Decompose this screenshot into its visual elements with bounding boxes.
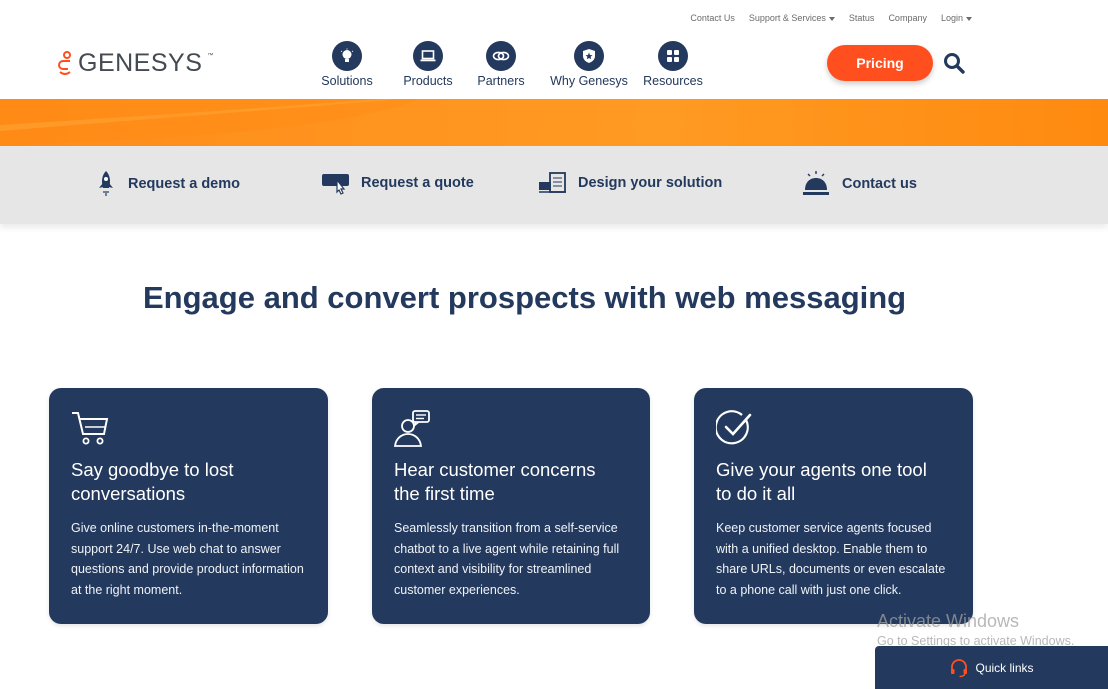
nav-item-partners[interactable]: Partners (470, 41, 532, 88)
chevron-down-icon (966, 16, 972, 21)
genesys-logo[interactable]: GENESYS ™ (57, 49, 213, 78)
action-bar: Request a demo Request a quote Design yo… (0, 146, 1108, 224)
design-solution-label: Design your solution (578, 175, 723, 191)
lightbulb-icon (332, 41, 362, 71)
contact-us-link[interactable]: Contact Us (690, 13, 735, 23)
request-quote-label: Request a quote (361, 175, 474, 191)
request-quote-link[interactable]: Request a quote (321, 170, 474, 196)
chevron-down-icon (828, 16, 835, 21)
card-title-line1: Hear customer concerns (394, 459, 596, 480)
card-body: Give online customers in-the-moment supp… (71, 521, 304, 597)
feature-card-lost-conversations: Say goodbye to lost conversations Give o… (49, 388, 328, 624)
page-headline: Engage and convert prospects with web me… (143, 280, 907, 315)
contact-us-label: Contact us (842, 176, 917, 192)
design-solution-link[interactable]: Design your solution (538, 170, 722, 196)
card-title-line2: conversations (71, 483, 186, 504)
shopping-cart-icon (71, 410, 306, 448)
nav-label: Products (403, 74, 453, 88)
support-services-label: Support & Services (748, 13, 826, 23)
nav-label: Why Genesys (550, 74, 628, 88)
watermark-title: Activate Windows (877, 611, 1020, 631)
main-nav: Solutions Products Partners Why Genesys … (314, 41, 712, 88)
login-menu[interactable]: Login (941, 13, 972, 23)
support-services-menu[interactable]: Support & Services (749, 13, 835, 23)
card-title: Give your agents one tool to do it all (716, 458, 951, 506)
nav-item-products[interactable]: Products (386, 41, 470, 88)
nav-label: Resources (643, 74, 703, 88)
nav-item-resources[interactable]: Resources (634, 41, 712, 88)
genesys-mark-icon (58, 50, 71, 75)
quote-hand-icon (322, 174, 349, 195)
card-title: Hear customer concerns the first time (394, 458, 628, 506)
card-title-line1: Give your agents one tool (716, 459, 927, 480)
hero-banner (0, 99, 1108, 146)
quick-links-button[interactable]: Quick links (875, 646, 1108, 689)
card-title-line2: the first time (394, 483, 495, 504)
logo-text: GENESYS (78, 49, 203, 77)
status-link[interactable]: Status (849, 13, 875, 23)
windows-activation-watermark: Activate Windows Go to Settings to activ… (877, 611, 1074, 648)
headset-icon (951, 658, 968, 677)
nav-item-why-genesys[interactable]: Why Genesys (544, 41, 634, 88)
contact-us-action[interactable]: Contact us (802, 170, 917, 198)
service-bell-icon (803, 171, 829, 195)
pricing-button[interactable]: Pricing (827, 45, 933, 81)
company-link[interactable]: Company (888, 13, 927, 23)
shield-star-icon (574, 41, 604, 71)
utility-nav: Contact Us Support & Services Status Com… (690, 13, 972, 23)
quick-links-label: Quick links (975, 660, 1034, 675)
card-title-line1: Say goodbye to lost (71, 459, 234, 480)
request-demo-label: Request a demo (128, 176, 240, 192)
laptop-icon (413, 41, 443, 71)
grid-icon (658, 41, 688, 71)
card-title-line2: to do it all (716, 483, 796, 504)
feature-card-one-tool: Give your agents one tool to do it all K… (694, 388, 973, 624)
design-tools-icon (539, 172, 566, 193)
nav-item-solutions[interactable]: Solutions (314, 41, 380, 88)
agent-chat-icon (393, 410, 628, 448)
card-body: Keep customer service agents focused wit… (716, 521, 946, 597)
banner-swoosh (0, 99, 420, 146)
search-icon[interactable] (942, 51, 966, 75)
nav-label: Solutions (321, 74, 373, 88)
login-label: Login (940, 13, 963, 23)
handshake-icon (486, 41, 516, 71)
request-demo-link[interactable]: Request a demo (94, 170, 240, 198)
rocket-icon (99, 171, 113, 196)
logo-trademark: ™ (207, 52, 214, 59)
feature-card-customer-concerns: Hear customer concerns the first time Se… (372, 388, 650, 624)
card-title: Say goodbye to lost conversations (71, 458, 306, 506)
nav-label: Partners (477, 74, 525, 88)
checkmark-circle-icon (714, 410, 951, 448)
card-body: Seamlessly transition from a self-servic… (394, 521, 620, 597)
